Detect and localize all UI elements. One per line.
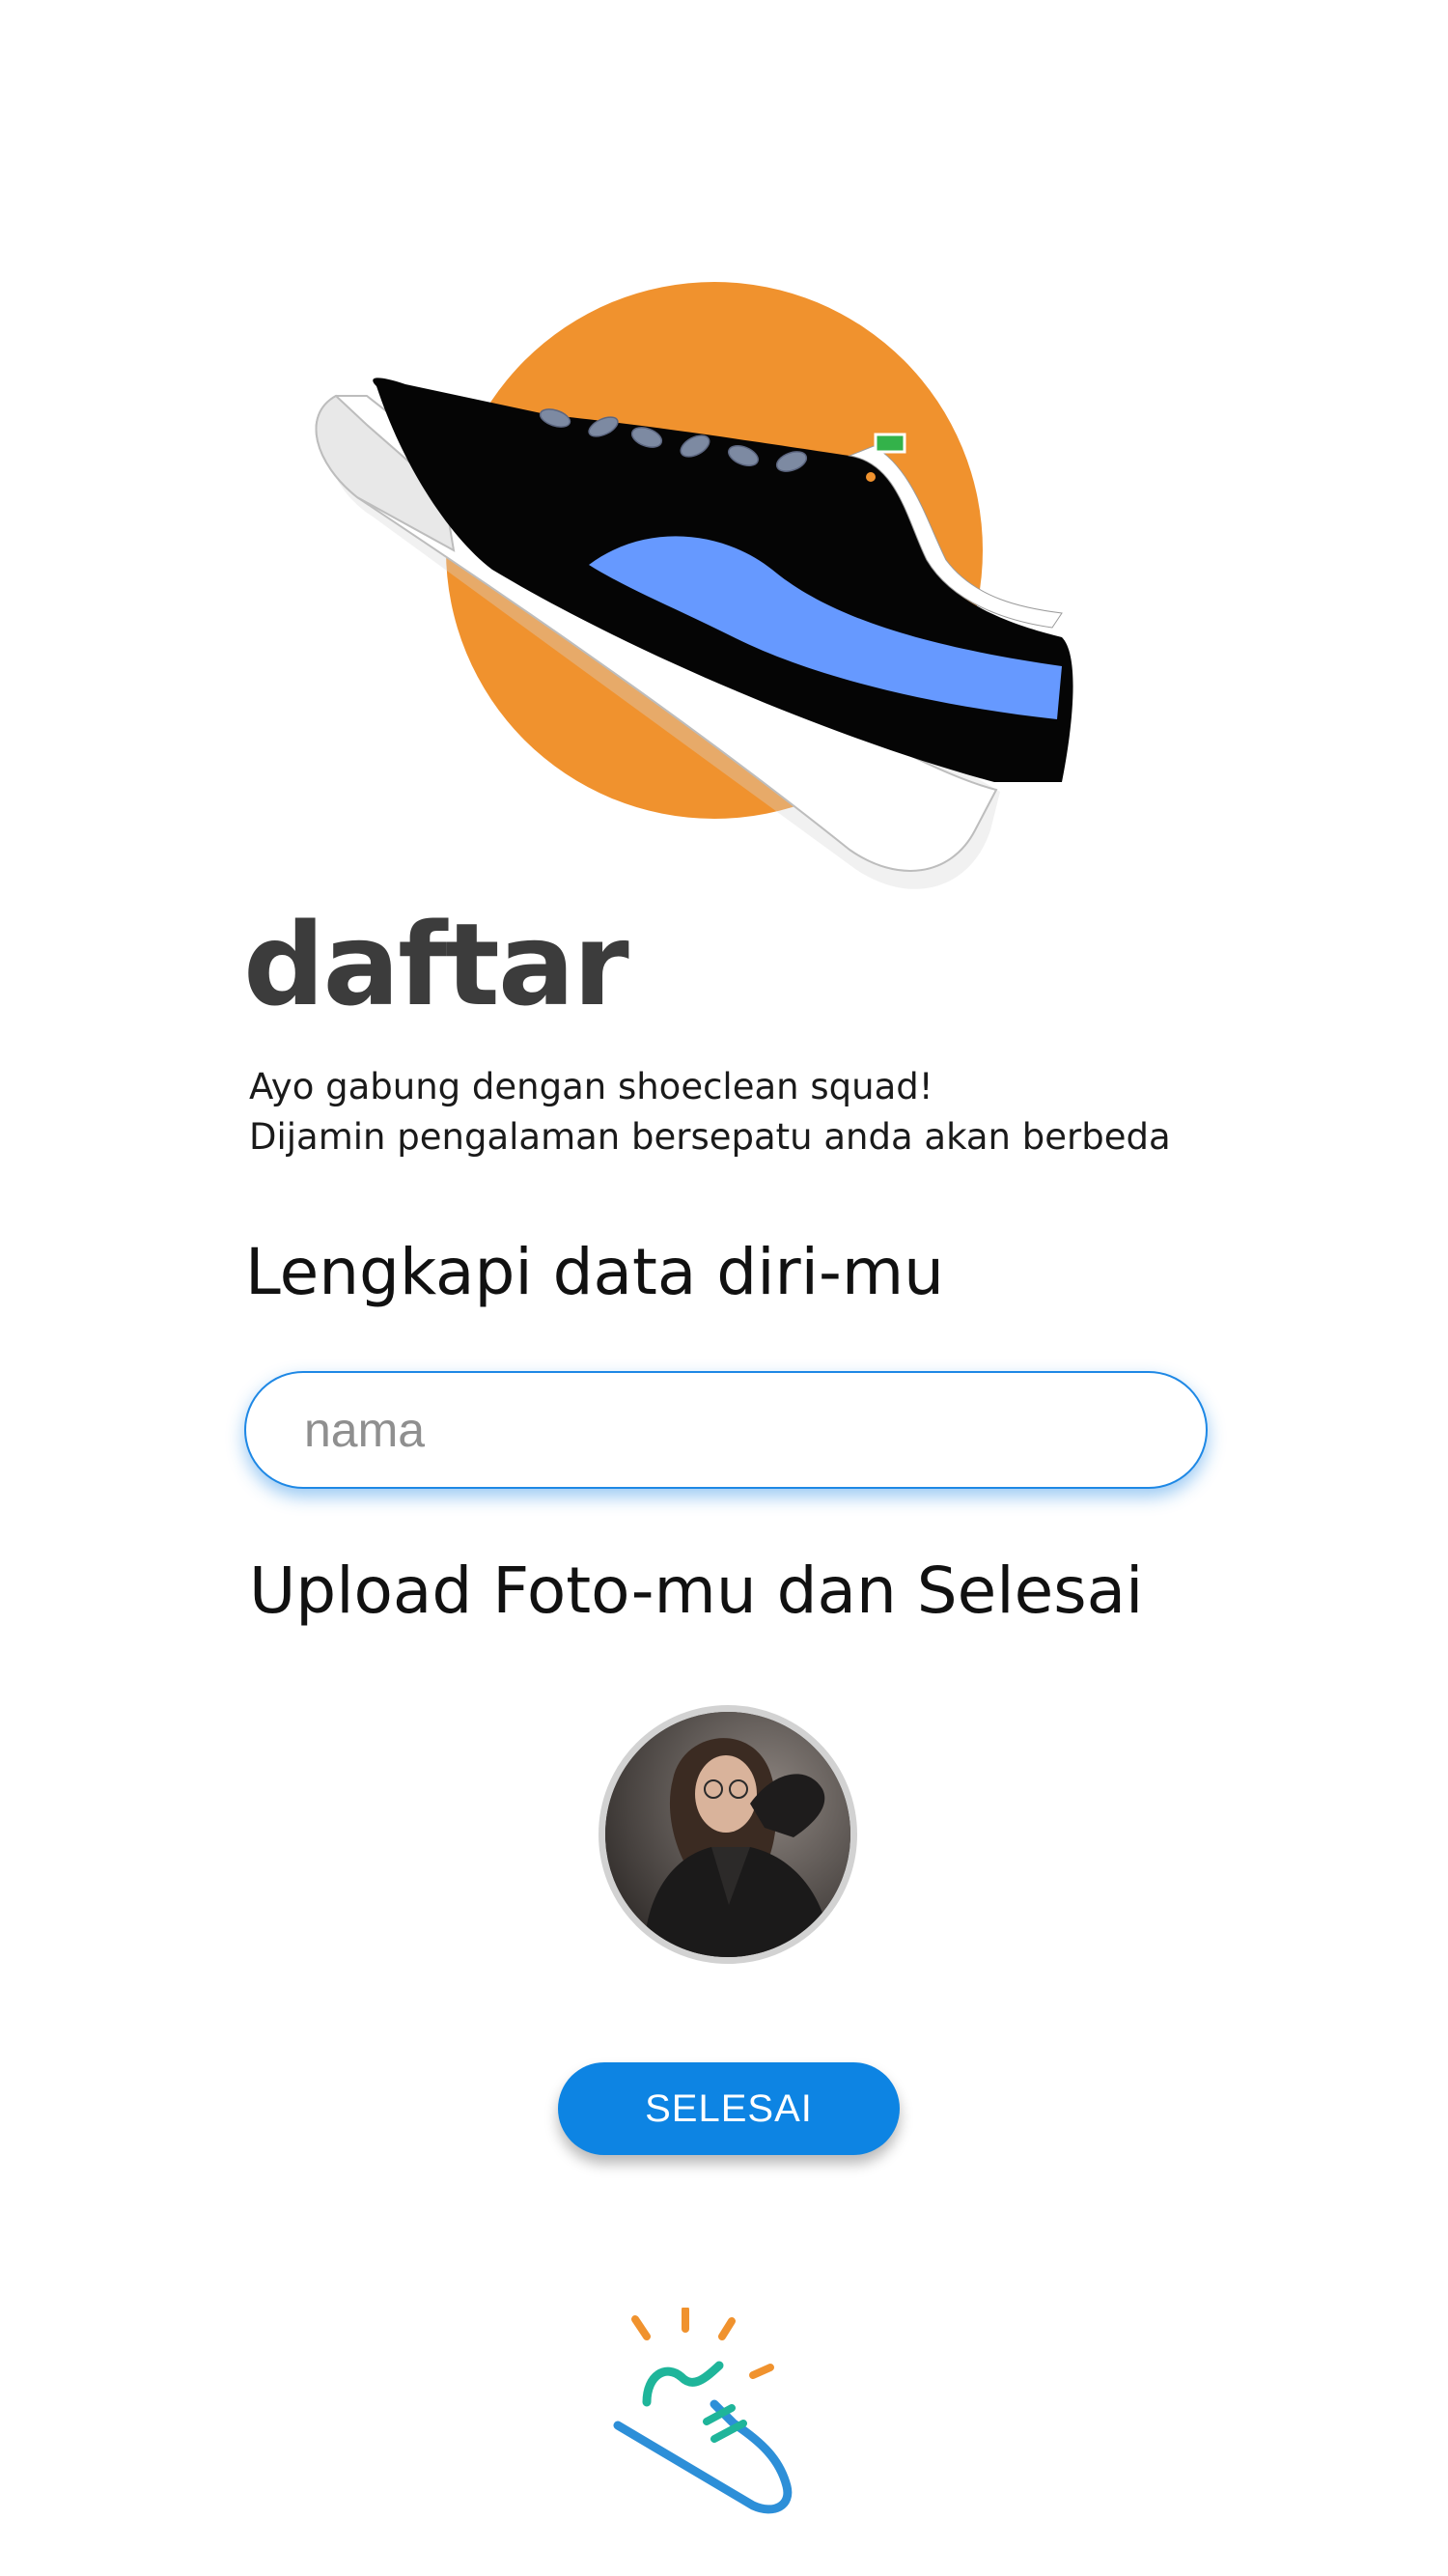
avatar-upload[interactable] — [599, 1705, 857, 1964]
shoeclean-logo — [608, 2306, 840, 2515]
section-heading-upload-photo: Upload Foto-mu dan Selesai — [249, 1554, 1144, 1628]
page-title: daftar — [243, 898, 629, 1031]
page-subtitle: Ayo gabung dengan shoeclean squad! Dijam… — [249, 1062, 1171, 1162]
finish-button[interactable]: SELESAI — [558, 2062, 900, 2155]
subtitle-line-1: Ayo gabung dengan shoeclean squad! — [249, 1066, 933, 1107]
section-heading-personal-data: Lengkapi data diri-mu — [245, 1235, 944, 1309]
sneaker-illustration — [309, 280, 1178, 908]
profile-photo-icon — [605, 1712, 850, 1957]
name-input[interactable] — [244, 1371, 1208, 1489]
subtitle-line-2: Dijamin pengalaman bersepatu anda akan b… — [249, 1116, 1171, 1158]
